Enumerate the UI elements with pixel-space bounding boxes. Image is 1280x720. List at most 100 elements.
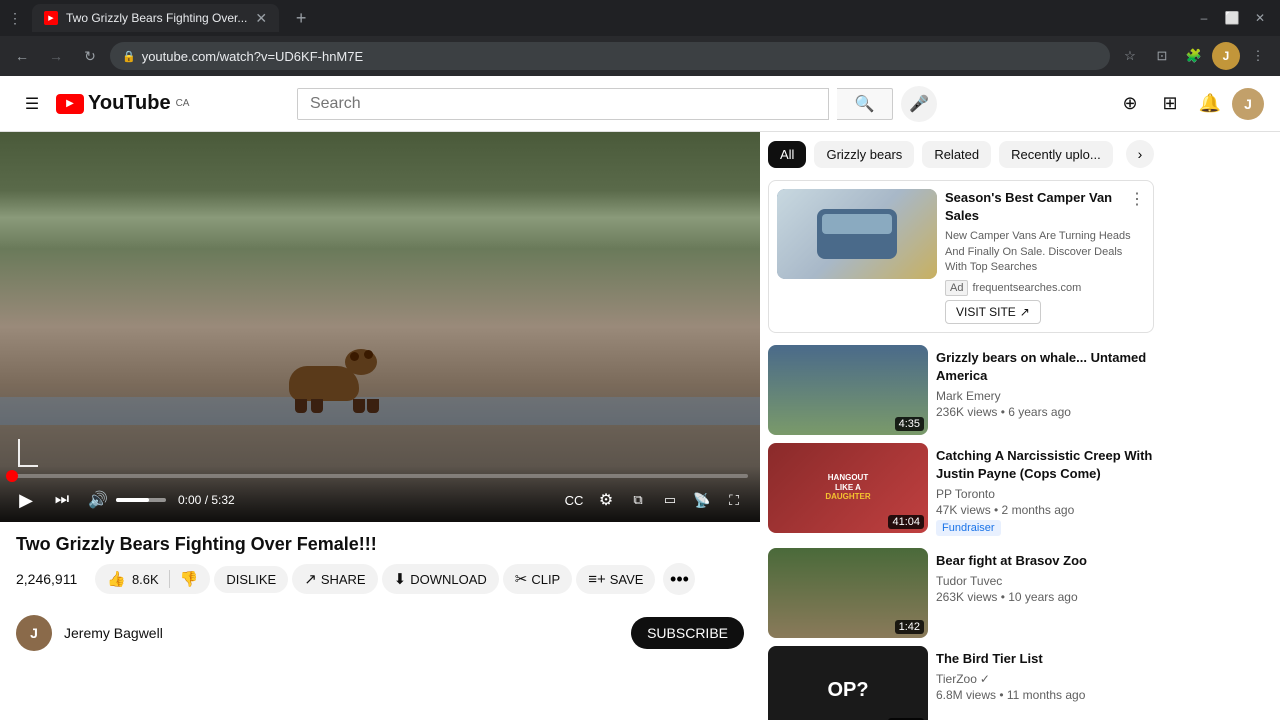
rec-video-ad[interactable]: Season's Best Camper Van Sales ⋮ New Cam… (768, 180, 1154, 333)
new-tab-btn[interactable]: + (287, 4, 315, 32)
filter-next-btn[interactable]: › (1126, 140, 1154, 168)
yt-search-input[interactable] (298, 89, 828, 119)
minimize-btn[interactable]: – (1192, 6, 1216, 30)
rec-meta-bird-tier: 6.8M views • 11 months ago (936, 688, 1154, 702)
view-count: 2,246,911 (16, 571, 77, 587)
yt-menu-btn[interactable]: ☰ (16, 88, 48, 120)
browser-tab-title: Two Grizzly Bears Fighting Over... (66, 11, 247, 25)
youtube-page: ☰ YouTubeCA 🔍 🎤 ⊕ ⊞ 🔔 J (0, 76, 1280, 720)
yt-search-btn[interactable]: 🔍 (837, 88, 893, 120)
volume-filled (116, 498, 149, 502)
rec-video-bear-brasov[interactable]: 1:42 Bear fight at Brasov Zoo Tudor Tuve… (768, 548, 1154, 638)
miniplayer-btn[interactable]: ⧉ (624, 486, 652, 514)
share-icon: ↗ (304, 570, 317, 588)
yt-logo[interactable]: YouTubeCA (56, 92, 189, 115)
yt-notifications-btn[interactable]: 🔔 (1192, 86, 1228, 122)
channel-name[interactable]: Jeremy Bagwell (64, 625, 619, 641)
like-divider (169, 570, 170, 588)
rec-info-grizzly-whale: Grizzly bears on whale... Untamed Americ… (936, 345, 1154, 435)
tab-overflow-btn[interactable]: ⋮ (8, 10, 22, 27)
rec-title-bear-brasov: Bear fight at Brasov Zoo (936, 552, 1154, 570)
video-scene (0, 132, 760, 522)
save-icon: ≡+ (588, 571, 606, 588)
more-tools-btn[interactable]: ⋮ (1244, 42, 1272, 70)
filter-chip-related[interactable]: Related (922, 141, 991, 168)
back-btn[interactable]: ← (8, 42, 36, 70)
rec-meta-grizzly-whale: 236K views • 6 years ago (936, 405, 1154, 419)
progress-bar-dot (6, 470, 18, 482)
yt-apps-btn[interactable]: ⊞ (1152, 86, 1188, 122)
save-btn[interactable]: ≡+ SAVE (576, 565, 655, 594)
rec-channel-hangout: PP Toronto (936, 487, 1154, 501)
profile-btn[interactable]: J (1212, 42, 1240, 70)
cast-btn[interactable]: 📡 (688, 486, 716, 514)
yt-avatar[interactable]: J (1232, 88, 1264, 120)
rec-video-bird-tier[interactable]: OP? 23:43 The Bird Tier List TierZoo ✓ 6… (768, 646, 1154, 720)
save-label: SAVE (610, 572, 644, 587)
ad-channel: frequentsearches.com (972, 282, 1081, 294)
mute-btn[interactable]: 🔊 (84, 486, 112, 514)
rec-thumbnail-ad (777, 189, 937, 279)
clip-label: CLIP (531, 572, 560, 587)
rec-meta-bear-brasov: 263K views • 10 years ago (936, 590, 1154, 604)
video-title: Two Grizzly Bears Fighting Over Female!!… (16, 534, 744, 555)
dislike-btn[interactable]: DISLIKE (214, 566, 288, 593)
tab-groups-btn[interactable]: ⊡ (1148, 42, 1176, 70)
like-btn[interactable]: 👍 8.6K 👎 (95, 564, 210, 594)
share-btn[interactable]: ↗ SHARE (292, 564, 377, 594)
video-bear (289, 353, 379, 413)
like-icon: 👍 (107, 570, 126, 588)
play-btn[interactable]: ▶ (12, 486, 40, 514)
ctrl-right: CC ⚙ ⧉ ▭ 📡 ⛶ (560, 486, 748, 514)
rec-channel-grizzly-whale: Mark Emery (936, 389, 1154, 403)
extension-btn[interactable]: 🧩 (1180, 42, 1208, 70)
subtitles-btn[interactable]: CC (560, 486, 588, 514)
bookmark-btn[interactable]: ☆ (1116, 42, 1144, 70)
yt-header-right: ⊕ ⊞ 🔔 J (1112, 86, 1264, 122)
ad-title: Season's Best Camper Van Sales (945, 189, 1129, 225)
tab-favicon (44, 11, 58, 25)
subscribe-btn[interactable]: SUBSCRIBE (631, 617, 744, 649)
address-bar[interactable]: 🔒 youtube.com/watch?v=UD6KF-hnM7E (110, 42, 1110, 70)
more-btn[interactable]: ••• (663, 563, 695, 595)
forward-btn[interactable]: → (42, 42, 70, 70)
yt-controls: ▶ ⏭ 🔊 0:00 / 5:32 CC ⚙ ⧉ (0, 466, 760, 522)
rec-badge-fundraiser: Fundraiser (936, 520, 1001, 536)
browser-titlebar: ⋮ Two Grizzly Bears Fighting Over... ✕ +… (0, 0, 1280, 76)
download-icon: ⬇ (394, 570, 407, 588)
close-btn[interactable]: ✕ (1248, 6, 1272, 30)
clip-btn[interactable]: ✂ CLIP (503, 564, 572, 594)
progress-bar-container[interactable] (12, 474, 748, 478)
ad-info: Season's Best Camper Van Sales ⋮ New Cam… (945, 189, 1145, 324)
filter-chip-all[interactable]: All (768, 141, 806, 168)
ad-more-btn[interactable]: ⋮ (1129, 189, 1145, 209)
filter-chip-recent[interactable]: Recently uplo... (999, 141, 1113, 168)
tab-close-btn[interactable]: ✕ (255, 10, 267, 27)
rec-title-grizzly-whale: Grizzly bears on whale... Untamed Americ… (936, 349, 1154, 385)
channel-avatar[interactable]: J (16, 615, 52, 651)
channel-info: Jeremy Bagwell (64, 625, 619, 641)
volume-slider[interactable] (116, 498, 166, 502)
ad-description: New Camper Vans Are Turning Heads And Fi… (945, 229, 1145, 275)
browser-tab-active[interactable]: Two Grizzly Bears Fighting Over... ✕ (32, 4, 279, 32)
yt-mic-btn[interactable]: 🎤 (901, 86, 937, 122)
download-btn[interactable]: ⬇ DOWNLOAD (382, 564, 499, 594)
filter-chip-grizzly[interactable]: Grizzly bears (814, 141, 914, 168)
maximize-btn[interactable]: ⬜ (1220, 6, 1244, 30)
settings-btn[interactable]: ⚙ (592, 486, 620, 514)
rec-video-grizzly-whale[interactable]: 4:35 Grizzly bears on whale... Untamed A… (768, 345, 1154, 435)
rec-title-hangout: Catching A Narcissistic Creep With Justi… (936, 447, 1154, 483)
visit-site-btn[interactable]: VISIT SITE ↗ (945, 300, 1041, 324)
refresh-btn[interactable]: ↻ (76, 42, 104, 70)
next-btn[interactable]: ⏭ (48, 486, 76, 514)
yt-header: ☰ YouTubeCA 🔍 🎤 ⊕ ⊞ 🔔 J (0, 76, 1280, 132)
yt-logo-text: YouTube (88, 92, 171, 115)
rec-duration-grizzly-whale: 4:35 (895, 417, 924, 431)
yt-create-btn[interactable]: ⊕ (1112, 86, 1148, 122)
fullscreen-btn[interactable]: ⛶ (720, 486, 748, 514)
theatre-btn[interactable]: ▭ (656, 486, 684, 514)
ad-label-row: Ad frequentsearches.com (945, 280, 1145, 296)
filter-chips-row: All Grizzly bears Related Recently uplo.… (768, 140, 1154, 168)
rec-video-hangout[interactable]: HANGOUTLIKE ADAUGHTER 41:04 Catching A N… (768, 443, 1154, 540)
rec-title-bird-tier: The Bird Tier List (936, 650, 1154, 668)
